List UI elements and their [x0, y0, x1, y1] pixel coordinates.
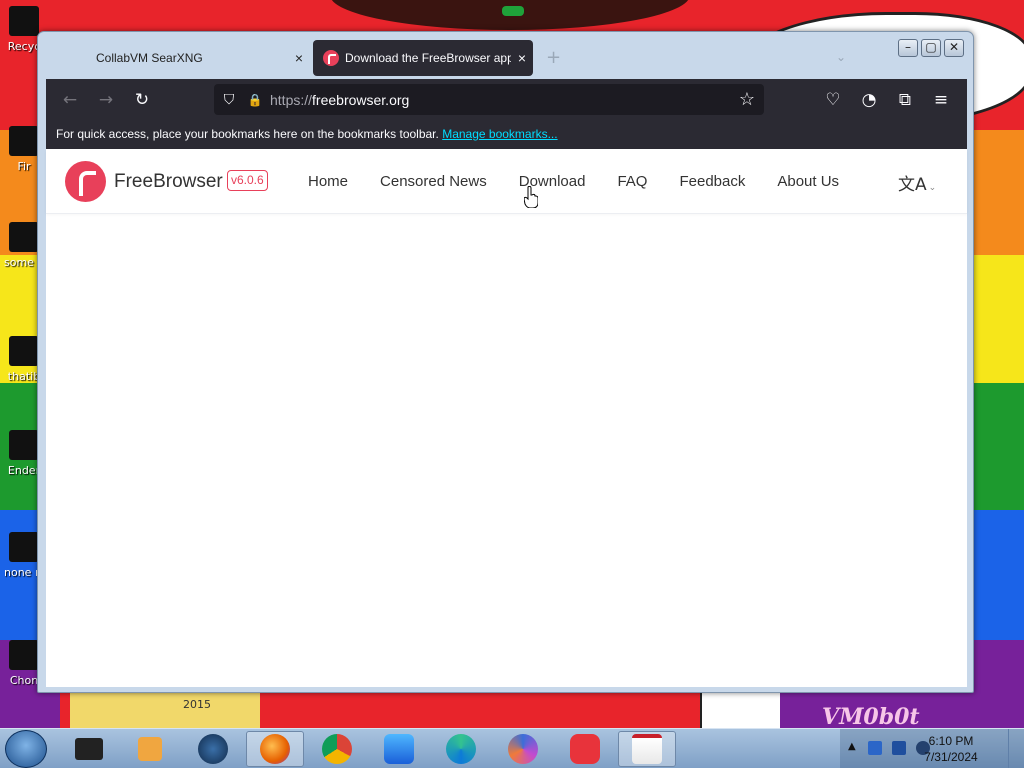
pocket-icon[interactable]: ♡	[815, 90, 851, 110]
show-desktop-button[interactable]	[1008, 729, 1024, 768]
freebrowser-favicon-icon	[323, 50, 339, 66]
clock-time: 6:10 PM	[928, 734, 974, 748]
vivaldi-icon	[570, 734, 600, 764]
taskbar-freebrowser[interactable]	[618, 731, 676, 767]
show-hidden-icons-icon[interactable]: ▲	[848, 741, 856, 752]
recycle-bin-icon	[9, 6, 39, 36]
menu-icon[interactable]: ≡	[923, 90, 959, 110]
taskbar-thorium[interactable]	[494, 731, 552, 767]
tab-strip: CollabVM SearXNG × Download the FreeBrow…	[46, 38, 906, 78]
close-tab-icon[interactable]: ×	[288, 50, 310, 66]
bookmarks-toolbar: For quick access, place your bookmarks h…	[46, 120, 967, 149]
tab-title: CollabVM SearXNG	[96, 51, 203, 65]
tab-title: Download the FreeBrowser app	[345, 51, 511, 65]
new-tab-icon[interactable]: +	[546, 47, 561, 68]
navigation-toolbar: ← → ↻ ⛉ 🔒 https://freebrowser.org ☆ ♡ ◔ …	[46, 79, 967, 120]
app-icon	[9, 126, 39, 156]
close-tab-icon[interactable]: ×	[511, 50, 533, 66]
taskbar-globe[interactable]	[184, 731, 242, 767]
nav-home[interactable]: Home	[308, 173, 348, 190]
extensions-icon[interactable]: ⧉	[887, 90, 923, 110]
taskbar-terminal[interactable]	[60, 731, 118, 767]
taskbar-vivaldi[interactable]	[556, 731, 614, 767]
wallpaper-watermark: VM0b0t	[822, 704, 920, 730]
app-icon	[9, 640, 39, 670]
taskbar-chrome[interactable]	[308, 731, 366, 767]
list-all-tabs-icon[interactable]: ⌄	[836, 50, 846, 64]
taskbar-firefox[interactable]	[246, 731, 304, 767]
back-icon[interactable]: ←	[52, 90, 88, 110]
site-nav: Home Censored News Download FAQ Feedback…	[308, 149, 871, 214]
clock-date: 7/31/2024	[924, 750, 978, 764]
bookmarks-toolbar-message: For quick access, place your bookmarks h…	[56, 127, 439, 141]
file-icon	[9, 532, 39, 562]
page-content: FreeBrowser v6.0.6 Home Censored News Do…	[46, 149, 967, 687]
toolbar-right: ♡ ◔ ⧉ ≡	[815, 79, 959, 120]
wallpaper-year: 2015	[183, 698, 211, 711]
language-selector[interactable]: 文A ⌄	[898, 170, 936, 195]
close-window-button[interactable]: ✕	[944, 39, 964, 57]
account-icon[interactable]: ◔	[851, 90, 887, 110]
terminal-icon	[75, 738, 103, 760]
tray-app-icon[interactable]	[868, 741, 882, 755]
tracking-protection-shield-icon[interactable]: ⛉	[214, 91, 244, 108]
forward-icon[interactable]: →	[88, 90, 124, 110]
tab-collabvm-searxng[interactable]: CollabVM SearXNG ×	[46, 40, 310, 76]
taskbar-waterfox[interactable]	[370, 731, 428, 767]
maximize-button[interactable]: ▢	[921, 39, 941, 57]
url-text[interactable]: https://freebrowser.org	[266, 92, 730, 108]
edge-icon	[446, 734, 476, 764]
firefox-icon	[260, 734, 290, 764]
thorium-icon	[508, 734, 538, 764]
file-icon	[9, 222, 39, 252]
media-player-icon	[138, 737, 162, 761]
tab-freebrowser[interactable]: Download the FreeBrowser app ×	[313, 40, 533, 76]
freebrowser-logo-icon[interactable]	[65, 161, 106, 202]
taskbar-media-player[interactable]	[121, 731, 179, 767]
freebrowser-app-icon	[632, 734, 662, 764]
system-clock[interactable]: 6:10 PM 7/31/2024	[920, 733, 982, 765]
start-button[interactable]	[5, 730, 47, 768]
nav-censored-news[interactable]: Censored News	[380, 173, 487, 190]
globe-icon	[198, 734, 228, 764]
site-brand[interactable]: FreeBrowser	[114, 171, 223, 193]
file-icon	[9, 336, 39, 366]
reload-icon[interactable]: ↻	[124, 90, 160, 110]
app-icon	[9, 430, 39, 460]
taskbar-edge[interactable]	[432, 731, 490, 767]
minimize-button[interactable]: –	[898, 39, 918, 57]
wallpaper-cartoon-bottom	[60, 690, 780, 730]
lock-icon[interactable]: 🔒	[244, 93, 266, 107]
chrome-icon	[322, 734, 352, 764]
nav-about-us[interactable]: About Us	[777, 173, 839, 190]
waterfox-icon	[384, 734, 414, 764]
network-icon[interactable]	[892, 741, 906, 755]
url-bar[interactable]: ⛉ 🔒 https://freebrowser.org ☆	[214, 84, 764, 115]
browser-window: CollabVM SearXNG × Download the FreeBrow…	[37, 31, 974, 693]
site-header: FreeBrowser v6.0.6 Home Censored News Do…	[46, 149, 967, 214]
translate-icon: 文A	[898, 175, 927, 195]
version-badge: v6.0.6	[227, 170, 268, 191]
nav-faq[interactable]: FAQ	[617, 173, 647, 190]
hand-cursor-icon	[524, 186, 538, 208]
chevron-down-icon: ⌄	[928, 183, 937, 193]
taskbar: ▲ 6:10 PM 7/31/2024	[0, 728, 1024, 768]
nav-feedback[interactable]: Feedback	[679, 173, 745, 190]
bookmark-star-icon[interactable]: ☆	[730, 89, 764, 110]
manage-bookmarks-link[interactable]: Manage bookmarks...	[442, 127, 557, 141]
